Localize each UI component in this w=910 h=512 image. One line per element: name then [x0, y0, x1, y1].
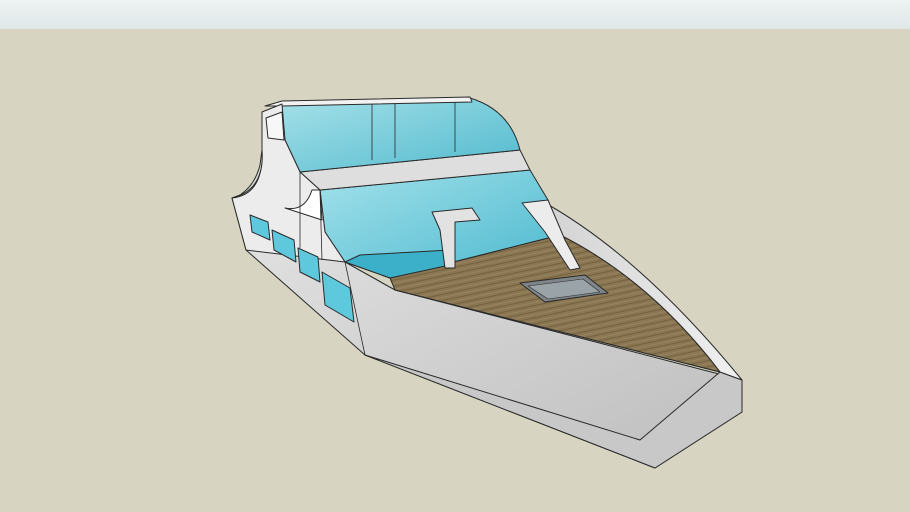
- boat-model-viewport[interactable]: [0, 0, 910, 512]
